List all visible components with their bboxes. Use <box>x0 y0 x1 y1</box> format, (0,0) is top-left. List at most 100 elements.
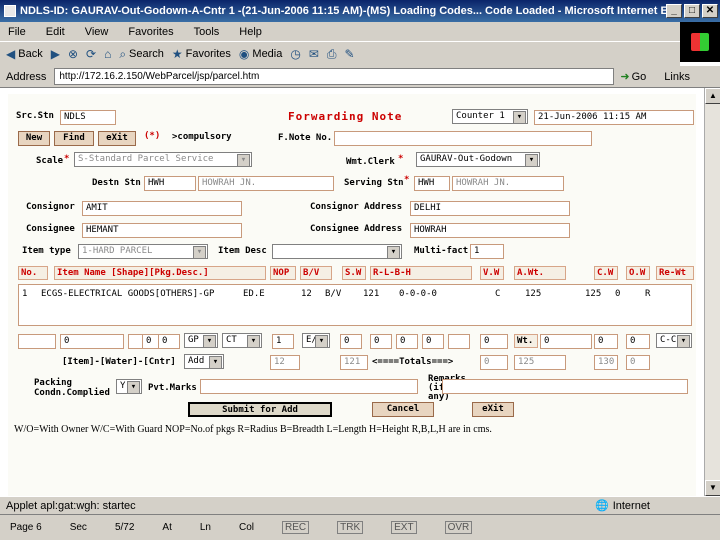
row-cw: 125 <box>585 289 602 299</box>
serving-code-field[interactable]: HWH <box>414 176 450 191</box>
row-vw: C <box>495 289 501 299</box>
stop-icon[interactable]: ⊗ <box>68 47 78 61</box>
new-button[interactable]: New <box>18 131 50 146</box>
minimize-button[interactable]: _ <box>666 4 682 18</box>
destn-code-field[interactable]: HWH <box>144 176 196 191</box>
menu-favorites[interactable]: Favorites <box>128 26 173 38</box>
multi-fact-field[interactable]: 1 <box>470 244 504 259</box>
scale-select[interactable]: S-Standard Parcel Service <box>74 152 252 167</box>
edit-icon[interactable]: ✎ <box>345 47 355 61</box>
go-button[interactable]: ➜ Go <box>620 70 646 84</box>
pvt-marks-field[interactable] <box>200 379 418 394</box>
favorites-icon: ★ <box>171 47 183 61</box>
add-select[interactable]: Add <box>184 354 224 369</box>
scroll-down-icon[interactable]: ▼ <box>705 480 720 496</box>
h2-input[interactable] <box>448 334 470 349</box>
menu-file[interactable]: File <box>8 26 26 38</box>
wmt-clerk-select[interactable]: GAURAV-Out-Godown <box>416 152 540 167</box>
media-button[interactable]: ◉ Media <box>239 47 282 61</box>
forward-arrow-icon[interactable]: ▶ <box>51 47 60 61</box>
col-ow: O.W <box>626 266 650 280</box>
menu-edit[interactable]: Edit <box>46 26 65 38</box>
col-nop: NOP <box>270 266 296 280</box>
wt-input[interactable]: 0 <box>540 334 592 349</box>
nop-input[interactable]: 1 <box>272 334 294 349</box>
back-button[interactable]: ◀ Back <box>6 47 43 61</box>
ovr-indicator[interactable]: OVR <box>444 521 473 534</box>
refresh-icon[interactable]: ⟳ <box>86 47 96 61</box>
consignee-address-field[interactable]: HOWRAH <box>410 223 570 238</box>
exit-button-2[interactable]: eXit <box>472 402 514 417</box>
address-label: Address <box>6 70 47 83</box>
menu-view[interactable]: View <box>85 26 109 38</box>
home-icon[interactable]: ⌂ <box>104 47 111 61</box>
print-icon[interactable]: ⎙ <box>327 47 337 62</box>
rec-indicator[interactable]: REC <box>282 521 310 534</box>
wmt-clerk-star: * <box>398 154 404 164</box>
destn-stn-label: Destn Stn <box>92 178 141 188</box>
find-button[interactable]: Find <box>54 131 94 146</box>
item-type-label: Item type <box>22 246 71 256</box>
bv-select[interactable]: E/ <box>302 333 330 348</box>
search-icon: ⌕ <box>119 46 127 61</box>
page-content: Src.Stn NDLS Forwarding Note Counter 1 2… <box>0 88 704 496</box>
r-input[interactable]: 0 <box>340 334 362 349</box>
packing-label: Packing <box>34 378 72 388</box>
items-list[interactable]: 1 ECGS-ELECTRICAL GOODS[OTHERS]-GP ED.E … <box>18 284 692 326</box>
entry-field-1[interactable] <box>18 334 56 349</box>
ext-indicator[interactable]: EXT <box>391 521 417 534</box>
scroll-up-icon[interactable]: ▲ <box>705 88 720 104</box>
item-type-select[interactable]: 1-HARD PARCEL <box>78 244 208 259</box>
address-input[interactable]: http://172.16.2.150/WebParcel/jsp/parcel… <box>54 68 615 85</box>
consignor-address-field[interactable]: DELHI <box>410 201 570 216</box>
legend-text: W/O=With Owner W/C=With Guard NOP=No.of … <box>14 424 492 435</box>
links-button[interactable]: Links <box>664 71 690 83</box>
menu-tools[interactable]: Tools <box>194 26 220 38</box>
favorites-button[interactable]: ★ Favorites <box>172 47 231 61</box>
cancel-button[interactable]: Cancel <box>372 402 434 417</box>
mail-icon[interactable]: ✉ <box>309 47 319 61</box>
maximize-button[interactable]: □ <box>684 4 700 18</box>
ct-select[interactable]: CT <box>222 333 262 348</box>
b-input[interactable]: 0 <box>396 334 418 349</box>
page-count: 5/72 <box>114 522 135 533</box>
serving-stn-label: Serving Stn <box>344 178 404 188</box>
pvt-marks-label: Pvt.Marks <box>148 383 197 393</box>
cw-input[interactable]: 0 <box>594 334 618 349</box>
close-button[interactable]: ✕ <box>702 4 718 18</box>
ie-icon <box>4 5 16 17</box>
c-select[interactable]: C-C <box>656 333 692 348</box>
counter-select[interactable]: Counter 1 <box>452 109 528 124</box>
exit-button[interactable]: eXit <box>98 131 136 146</box>
vw-input[interactable]: 0 <box>480 334 508 349</box>
history-icon[interactable]: ◷ <box>290 47 300 61</box>
submit-button[interactable]: Submit for Add <box>188 402 332 417</box>
entry-field-5[interactable]: 0 <box>158 334 180 349</box>
search-button[interactable]: ⌕ Search <box>119 47 164 62</box>
ln-indicator: Ln <box>199 522 211 533</box>
at-indicator: At <box>162 522 172 533</box>
menu-help[interactable]: Help <box>239 26 262 38</box>
trk-indicator[interactable]: TRK <box>337 521 364 534</box>
remarks-field[interactable] <box>442 379 688 394</box>
datetime-field: 21-Jun-2006 11:15 AM <box>534 110 694 125</box>
col-cw: C.W <box>594 266 618 280</box>
gp-select[interactable]: GP <box>184 333 218 348</box>
src-stn-field[interactable]: NDLS <box>60 110 116 125</box>
status-text: Applet apl:gat:wgh: startec <box>6 499 136 512</box>
windows-logo-icon <box>680 22 720 62</box>
table-row[interactable]: 1 ECGS-ELECTRICAL GOODS[OTHERS]-GP ED.E … <box>19 289 691 301</box>
packing-select[interactable]: Y <box>116 379 142 394</box>
ow-input[interactable]: 0 <box>626 334 650 349</box>
serving-name-field: HOWRAH JN. <box>452 176 564 191</box>
vertical-scrollbar[interactable]: ▲ ▼ <box>704 88 720 496</box>
item-desc-select[interactable] <box>272 244 402 259</box>
entry-field-2[interactable]: 0 <box>60 334 124 349</box>
fnote-field[interactable] <box>334 131 592 146</box>
scale-label: Scale <box>36 156 64 166</box>
h-input[interactable]: 0 <box>422 334 444 349</box>
consignor-field[interactable]: AMIT <box>82 201 242 216</box>
consignee-field[interactable]: HEMANT <box>82 223 242 238</box>
consignor-address-label: Consignor Address <box>310 202 403 212</box>
l-input[interactable]: 0 <box>370 334 392 349</box>
